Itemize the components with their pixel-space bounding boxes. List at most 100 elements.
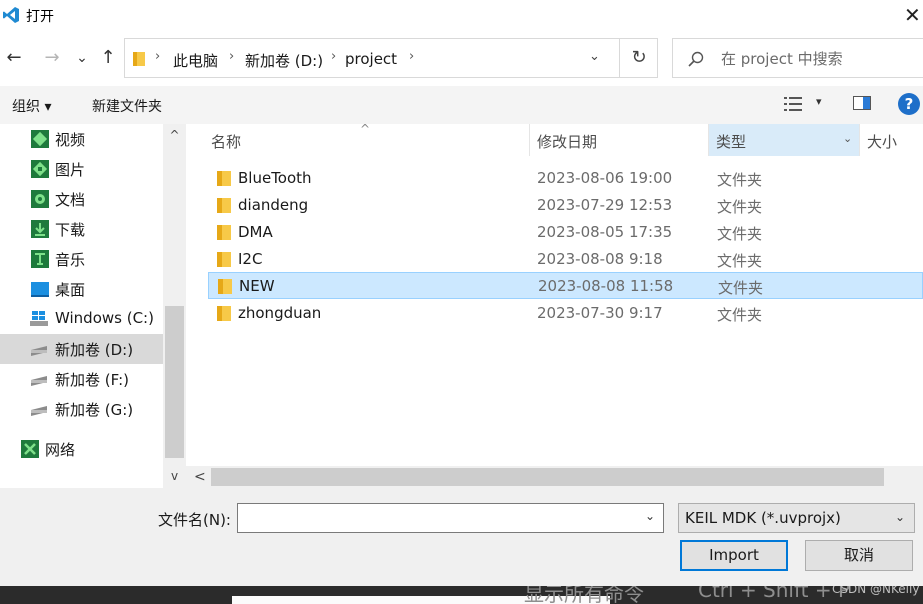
breadcrumb-drive-d[interactable]: 新加卷 (D:) [245, 50, 323, 71]
column-header-type[interactable]: 类型 ⌄ [709, 124, 859, 156]
table-row[interactable]: BlueTooth 2023-08-06 19:00 文件夹 [208, 165, 923, 192]
sidebar-item-drive-g[interactable]: 新加卷 (G:) [0, 394, 163, 424]
scroll-up-icon[interactable]: ^ [163, 124, 186, 146]
forward-button[interactable]: → [41, 46, 63, 70]
table-row[interactable]: I2C 2023-08-08 9:18 文件夹 [208, 246, 923, 273]
search-box[interactable] [672, 38, 923, 78]
column-header-size[interactable]: 大小 [860, 124, 923, 156]
column-filter-dropdown-icon[interactable]: ⌄ [843, 132, 852, 145]
sidebar-scrollbar[interactable]: ^ v [163, 124, 186, 488]
sidebar-item-network[interactable]: 网络 [0, 434, 163, 464]
new-folder-button[interactable]: 新建文件夹 [92, 96, 162, 116]
sidebar-item-desktop[interactable]: 桌面 [0, 274, 163, 304]
sidebar-item-label: 音乐 [55, 251, 86, 269]
sidebar-item-pictures[interactable]: 图片 [0, 154, 163, 184]
sidebar-item-label: 新加卷 (D:) [55, 341, 134, 359]
drive-icon [31, 346, 47, 356]
address-history-dropdown[interactable]: ⌄ [589, 49, 600, 64]
file-name: BlueTooth [238, 169, 312, 187]
sidebar-item-drive-f[interactable]: 新加卷 (F:) [0, 364, 163, 394]
sidebar-item-drive-d[interactable]: 新加卷 (D:) [0, 334, 163, 364]
chevron-down-icon[interactable]: ⌄ [895, 510, 905, 524]
close-icon[interactable]: ✕ [904, 3, 923, 27]
import-button[interactable]: Import [680, 540, 788, 571]
folder-icon [217, 252, 231, 267]
file-list: ^ 名称 修改日期 类型 ⌄ 大小 BlueTooth 2023-08-06 1… [186, 122, 923, 488]
view-dropdown-icon[interactable]: ▾ [816, 95, 822, 108]
column-header-label: 类型 [716, 133, 747, 151]
file-list-horizontal-scrollbar[interactable]: < [186, 466, 923, 488]
breadcrumb-separator: › [155, 49, 161, 64]
sidebar-item-music[interactable]: 音乐 [0, 244, 163, 274]
table-row[interactable]: zhongduan 2023-07-30 9:17 文件夹 [208, 300, 923, 327]
navigation-pane: 视频 图片 文档 下载 音乐 桌面 Windows (C:) 新加卷 (D:) … [0, 124, 186, 488]
documents-folder-icon [31, 190, 49, 208]
file-type: 文件夹 [717, 171, 763, 189]
sidebar-item-label: 下载 [55, 221, 86, 239]
address-bar[interactable]: › 此电脑 › 新加卷 (D:) › project › ⌄ ↻ [124, 38, 658, 78]
sidebar-scroll-thumb[interactable] [165, 306, 184, 458]
sidebar-item-videos[interactable]: 视频 [0, 124, 163, 154]
navigation-bar: ← → ⌄ ↑ › 此电脑 › 新加卷 (D:) › project › ⌄ ↻ [0, 36, 923, 82]
sidebar-item-drive-c[interactable]: Windows (C:) [0, 304, 163, 334]
column-header-name[interactable]: ^ 名称 [186, 122, 529, 156]
file-type: 文件夹 [717, 252, 763, 270]
file-date: 2023-08-08 11:58 [538, 277, 674, 295]
file-name: I2C [238, 250, 263, 268]
file-date: 2023-08-08 9:18 [537, 250, 663, 268]
file-name: zhongduan [238, 304, 322, 322]
drive-icon [31, 406, 47, 416]
sidebar-item-downloads[interactable]: 下载 [0, 214, 163, 244]
folder-icon [217, 198, 231, 213]
sidebar-item-label: 桌面 [55, 281, 86, 299]
horizontal-scroll-thumb[interactable] [211, 468, 884, 486]
refresh-button[interactable]: ↻ [619, 39, 658, 77]
help-icon[interactable]: ? [898, 93, 920, 115]
sidebar-item-label: 网络 [45, 441, 76, 459]
scroll-down-icon[interactable]: v [163, 464, 186, 488]
file-type-filter[interactable]: KEIL MDK (*.uvprojx) ⌄ [678, 503, 915, 533]
filename-combobox[interactable]: ⌄ [237, 503, 664, 533]
folder-icon [133, 52, 145, 66]
folder-icon [218, 279, 232, 294]
video-folder-icon [31, 130, 49, 148]
column-header-label: 大小 [867, 133, 898, 151]
cancel-button[interactable]: 取消 [805, 540, 913, 571]
folder-icon [217, 225, 231, 240]
network-icon [21, 440, 39, 458]
recent-locations-button[interactable]: ⌄ [71, 46, 93, 70]
view-options-icon[interactable] [784, 96, 804, 112]
organize-menu[interactable]: 组织 ▾ [12, 96, 51, 116]
search-input[interactable] [721, 48, 921, 70]
file-type: 文件夹 [718, 279, 764, 297]
background-editor-strip: 显示所有命令 Ctrl + Shift + P CSDN @NKelly [0, 586, 923, 604]
table-row[interactable]: diandeng 2023-07-29 12:53 文件夹 [208, 192, 923, 219]
command-bar: 组织 ▾ 新建文件夹 ▾ ? [0, 86, 923, 124]
scroll-left-icon[interactable]: < [194, 466, 210, 488]
column-header-date[interactable]: 修改日期 [530, 124, 708, 156]
sort-ascending-icon: ^ [360, 122, 371, 136]
table-row[interactable]: DMA 2023-08-05 17:35 文件夹 [208, 219, 923, 246]
file-type: 文件夹 [717, 198, 763, 216]
background-command-text: 显示所有命令 [524, 586, 644, 604]
filename-input[interactable] [242, 508, 637, 528]
windows-drive-icon [30, 311, 48, 326]
up-button[interactable]: ↑ [97, 46, 119, 70]
vscode-icon [3, 7, 19, 23]
file-name: NEW [239, 277, 275, 295]
back-button[interactable]: ← [3, 46, 25, 70]
chevron-down-icon[interactable]: ⌄ [645, 509, 655, 523]
file-type: 文件夹 [717, 306, 763, 324]
column-header-label: 修改日期 [537, 133, 598, 151]
sidebar-item-documents[interactable]: 文档 [0, 184, 163, 214]
background-shortcut-text: Ctrl + Shift + P [698, 586, 851, 602]
table-row-selected[interactable]: NEW 2023-08-08 11:58 文件夹 [208, 272, 923, 299]
file-date: 2023-08-06 19:00 [537, 169, 673, 187]
breadcrumb-project[interactable]: project [345, 50, 397, 68]
breadcrumb-this-pc[interactable]: 此电脑 [173, 50, 218, 71]
downloads-folder-icon [31, 220, 49, 238]
search-icon [688, 51, 704, 67]
preview-pane-icon[interactable] [853, 96, 871, 110]
music-folder-icon [31, 250, 49, 268]
watermark: CSDN @NKelly [832, 586, 920, 596]
